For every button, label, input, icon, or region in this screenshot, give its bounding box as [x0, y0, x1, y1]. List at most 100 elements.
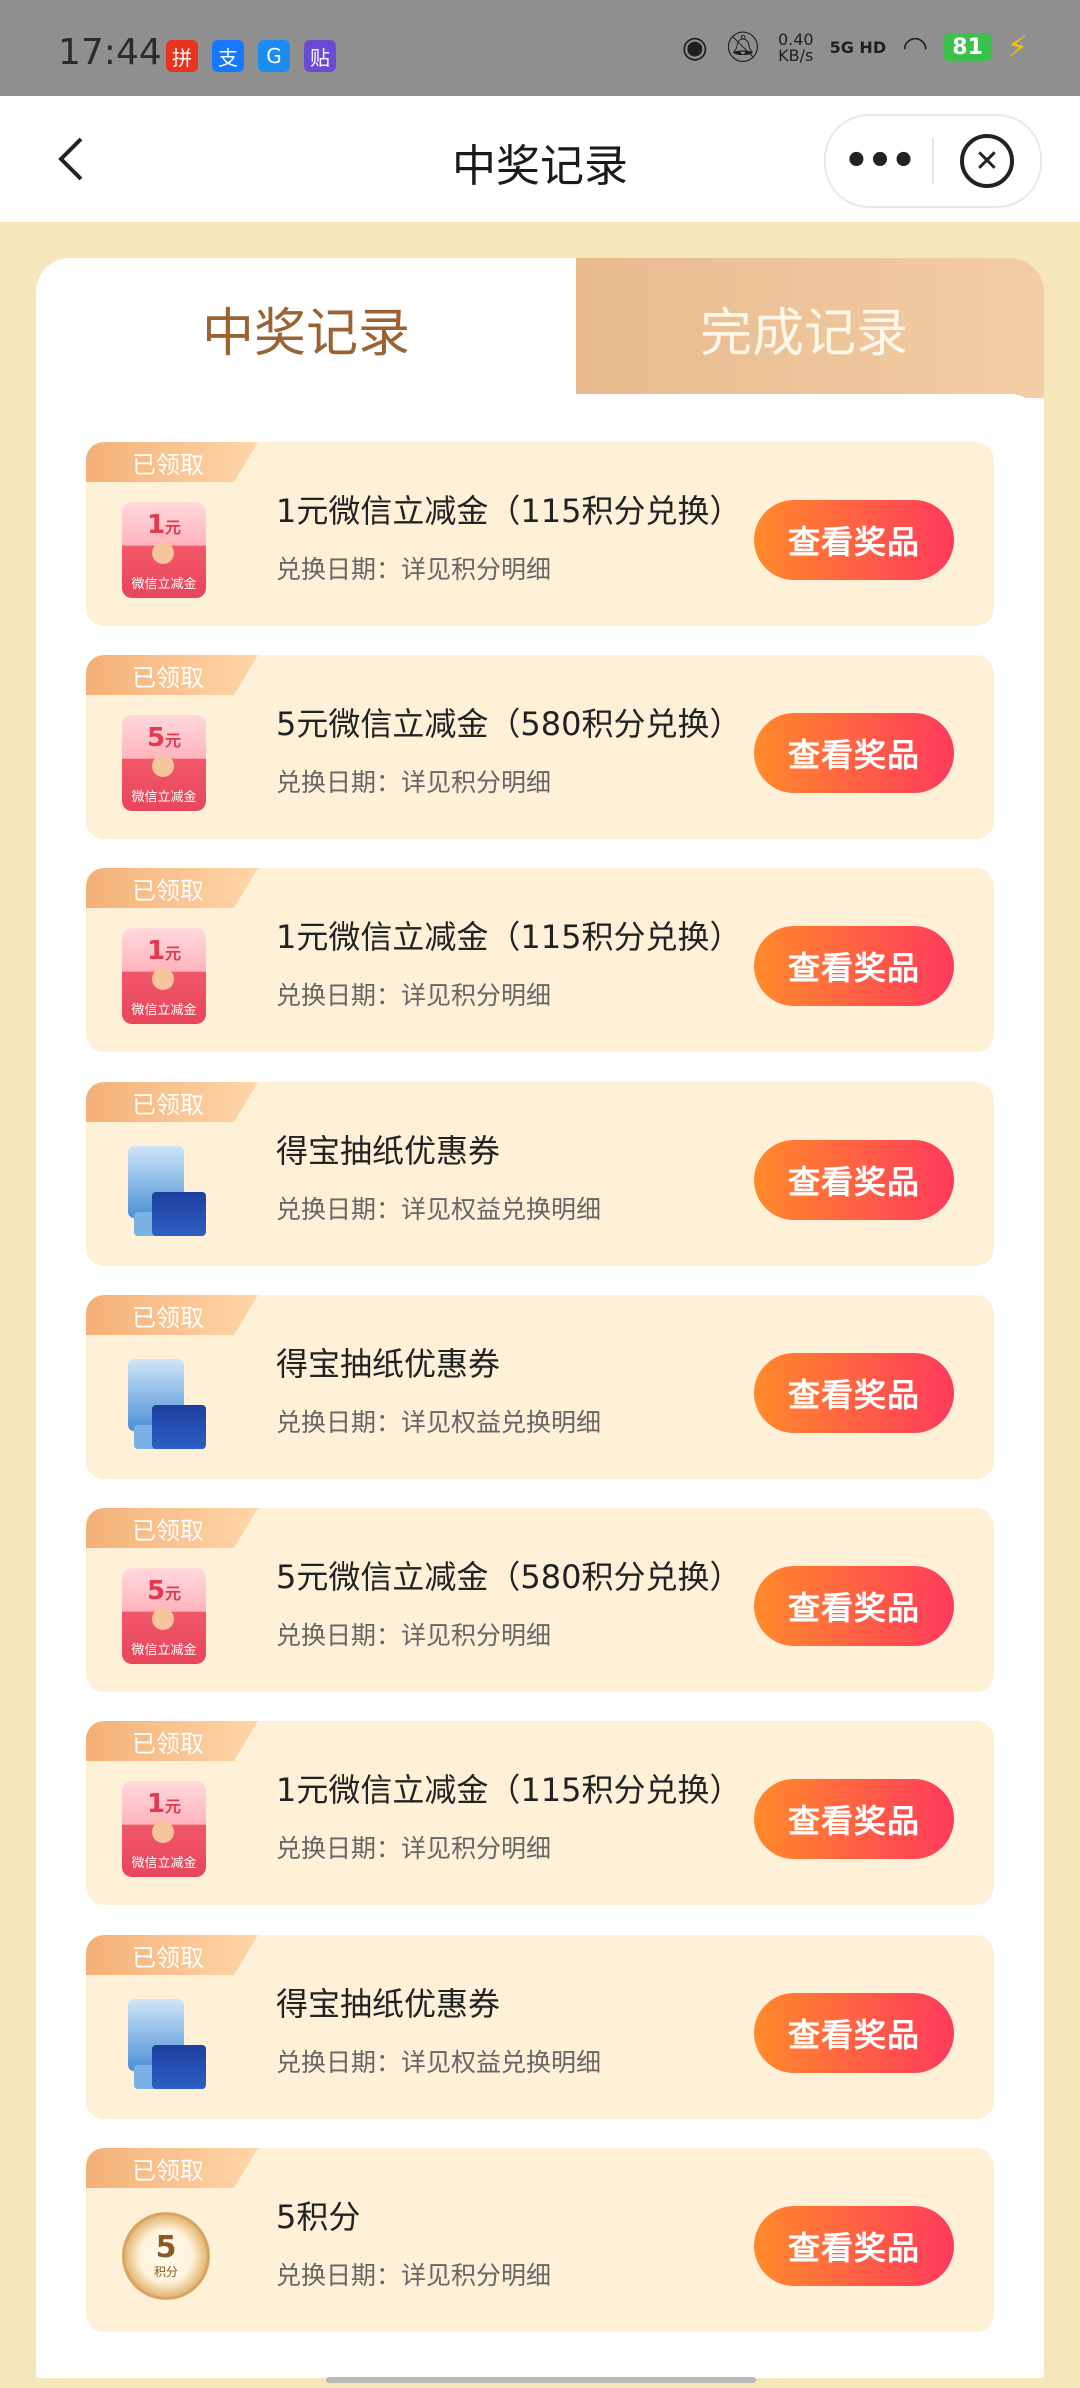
view-prize-button[interactable]: 查看奖品	[754, 1566, 954, 1646]
record-title: 得宝抽纸优惠券	[276, 1985, 501, 2023]
coupon-unit: 元	[165, 944, 182, 963]
record-subtitle: 兑换日期：详见积分明细	[276, 1834, 552, 1863]
coupon-amount: 5	[146, 1576, 166, 1606]
record-title: 5元微信立减金（580积分兑换）	[276, 1558, 742, 1596]
record-title: 1元微信立减金（115积分兑换）	[276, 918, 742, 956]
tissue-thumbnail	[122, 1142, 206, 1238]
coupon-label: 微信立减金	[131, 1856, 197, 1871]
pinduoduo-icon: 拼	[166, 40, 198, 72]
battery-level: 81	[944, 33, 991, 62]
tissue-thumbnail	[122, 1995, 206, 2091]
claimed-badge: 已领取	[86, 442, 258, 482]
points-thumbnail: 5 积分	[122, 2208, 210, 2304]
view-prize-button[interactable]: 查看奖品	[754, 2206, 954, 2286]
record-title: 得宝抽纸优惠券	[276, 1345, 501, 1383]
coupon-seal-icon	[152, 968, 174, 990]
close-icon: ✕	[960, 134, 1014, 188]
record-card: 已领取 1元 微信立减金 1元微信立减金（115积分兑换） 兑换日期：详见积分明…	[86, 442, 994, 626]
view-prize-button[interactable]: 查看奖品	[754, 1140, 954, 1220]
coupon-thumbnail: 1元 微信立减金	[122, 1781, 206, 1877]
wechat-coupon-icon: 5元 微信立减金	[122, 1568, 206, 1664]
record-subtitle: 兑换日期：详见积分明细	[276, 1621, 552, 1650]
close-button[interactable]: ✕	[934, 134, 1040, 188]
network-speed: 0.40 KB/s	[778, 31, 814, 64]
view-prize-button[interactable]: 查看奖品	[754, 713, 954, 793]
view-prize-button[interactable]: 查看奖品	[754, 1993, 954, 2073]
view-prize-button[interactable]: 查看奖品	[754, 1779, 954, 1859]
record-title: 得宝抽纸优惠券	[276, 1132, 501, 1170]
claimed-badge: 已领取	[86, 1721, 258, 1761]
record-card: 已领取 5元 微信立减金 5元微信立减金（580积分兑换） 兑换日期：详见积分明…	[86, 655, 994, 839]
view-prize-button[interactable]: 查看奖品	[754, 926, 954, 1006]
coupon-seal-icon	[152, 755, 174, 777]
record-subtitle: 兑换日期：详见积分明细	[276, 768, 552, 797]
record-card: 已领取 得宝抽纸优惠券 兑换日期：详见权益兑换明细 查看奖品	[86, 1935, 994, 2119]
coupon-unit: 元	[165, 1584, 182, 1603]
claimed-badge: 已领取	[86, 1935, 258, 1975]
record-card: 已领取 1元 微信立减金 1元微信立减金（115积分兑换） 兑换日期：详见积分明…	[86, 868, 994, 1052]
record-subtitle: 兑换日期：详见权益兑换明细	[276, 1408, 602, 1437]
coupon-label: 微信立减金	[131, 577, 197, 592]
wifi-icon: ◠	[902, 30, 929, 65]
coupon-label: 微信立减金	[131, 1003, 197, 1018]
coupon-unit: 元	[165, 1797, 182, 1816]
record-subtitle: 兑换日期：详见积分明细	[276, 2261, 552, 2290]
record-card: 已领取 5元 微信立减金 5元微信立减金（580积分兑换） 兑换日期：详见积分明…	[86, 1508, 994, 1692]
record-subtitle: 兑换日期：详见权益兑换明细	[276, 1195, 602, 1224]
claimed-badge: 已领取	[86, 655, 258, 695]
claimed-badge: 已领取	[86, 1082, 258, 1122]
coupon-thumbnail: 5元 微信立减金	[122, 715, 206, 811]
coin-amount: 5	[155, 2229, 177, 2265]
location-icon: ◉	[681, 30, 708, 65]
view-prize-button[interactable]: 查看奖品	[754, 500, 954, 580]
status-right: ◉ 🔕︎ 0.40 KB/s 5G HD ◠ 81 ⚡︎	[682, 30, 1028, 65]
coupon-amount: 1	[146, 1789, 166, 1819]
coupon-thumbnail: 5元 微信立减金	[122, 1568, 206, 1664]
more-button[interactable]: •••	[826, 138, 932, 184]
tab-completed-records[interactable]: 完成记录	[524, 258, 1044, 398]
claimed-badge: 已领取	[86, 868, 258, 908]
mini-program-capsule: ••• ✕	[824, 114, 1042, 208]
coupon-amount: 1	[146, 510, 166, 540]
status-time: 17:44	[58, 32, 162, 73]
network-type: 5G HD	[829, 38, 887, 57]
record-card: 已领取 5 积分 5积分 兑换日期：详见积分明细 查看奖品	[86, 2148, 994, 2332]
claimed-badge: 已领取	[86, 2148, 258, 2188]
coin-unit: 积分	[153, 2264, 178, 2279]
coupon-unit: 元	[165, 731, 182, 750]
tab-prize-label: 中奖记录	[201, 303, 410, 364]
record-title: 1元微信立减金（115积分兑换）	[276, 492, 742, 530]
tissue-pack-icon	[122, 1142, 206, 1238]
record-subtitle: 兑换日期：详见积分明细	[276, 555, 552, 584]
coupon-seal-icon	[152, 1608, 174, 1630]
mute-bell-icon: 🔕︎	[723, 30, 762, 65]
wechat-coupon-icon: 1元 微信立减金	[122, 502, 206, 598]
alipay-icon: 支	[212, 40, 244, 72]
record-title: 5元微信立减金（580积分兑换）	[276, 705, 742, 743]
record-subtitle: 兑换日期：详见权益兑换明细	[276, 2048, 602, 2077]
claimed-badge: 已领取	[86, 1508, 258, 1548]
view-prize-button[interactable]: 查看奖品	[754, 1353, 954, 1433]
tieba-icon: 贴	[304, 40, 336, 72]
app-g-icon: G	[258, 40, 290, 72]
coupon-label: 微信立减金	[131, 1643, 197, 1658]
record-card: 已领取 1元 微信立减金 1元微信立减金（115积分兑换） 兑换日期：详见积分明…	[86, 1721, 994, 1905]
tab-completed-label: 完成记录	[699, 303, 908, 364]
coupon-label: 微信立减金	[131, 790, 197, 805]
coupon-seal-icon	[152, 542, 174, 564]
charging-icon: ⚡︎	[1006, 30, 1028, 65]
notification-icons: 拼 支 G 贴	[166, 40, 336, 72]
tab-prize-records[interactable]: 中奖记录	[36, 258, 576, 398]
record-title: 1元微信立减金（115积分兑换）	[276, 1771, 742, 1809]
record-subtitle: 兑换日期：详见积分明细	[276, 981, 552, 1010]
tissue-thumbnail	[122, 1355, 206, 1451]
coupon-thumbnail: 1元 微信立减金	[122, 502, 206, 598]
coupon-amount: 5	[146, 723, 166, 753]
home-indicator[interactable]	[326, 2377, 756, 2383]
nav-bar: 中奖记录 ••• ✕	[0, 96, 1080, 222]
record-list: 已领取 1元 微信立减金 1元微信立减金（115积分兑换） 兑换日期：详见积分明…	[36, 394, 1044, 2378]
points-coin-icon: 5 积分	[122, 2212, 210, 2300]
coupon-amount: 1	[146, 936, 166, 966]
record-card: 已领取 得宝抽纸优惠券 兑换日期：详见权益兑换明细 查看奖品	[86, 1295, 994, 1479]
wechat-coupon-icon: 1元 微信立减金	[122, 928, 206, 1024]
